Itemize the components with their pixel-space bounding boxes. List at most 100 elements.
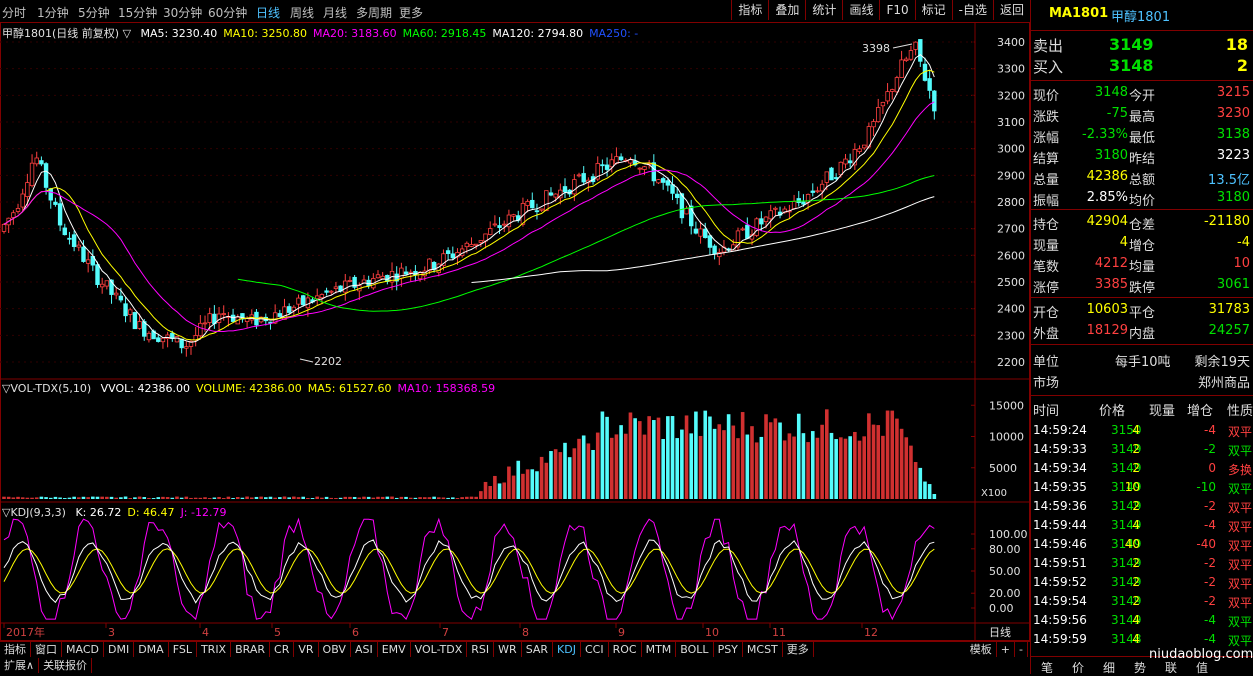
indicator-tab[interactable]: SAR: [522, 642, 554, 657]
period-tab[interactable]: 周线: [290, 4, 314, 21]
indicator-tab[interactable]: BOLL: [676, 642, 714, 657]
period-tab[interactable]: 更多: [399, 4, 423, 21]
candle-body: [160, 337, 166, 343]
volume-bar: [895, 418, 899, 499]
price-tick-label: 3400: [997, 36, 1025, 49]
volume-bar: [413, 497, 418, 499]
period-tab[interactable]: 多周期: [356, 4, 392, 21]
volume-bar: [768, 422, 773, 499]
volume-bar: [549, 451, 553, 499]
bid-label: 买入: [1033, 58, 1064, 76]
tool-button[interactable]: 指标: [731, 0, 768, 20]
indicator-tab[interactable]: MCST: [743, 642, 783, 657]
tool-button[interactable]: 统计: [805, 0, 842, 20]
template-control[interactable]: -: [1015, 642, 1028, 657]
indicator-tab[interactable]: 指标: [0, 642, 31, 657]
bottom-control[interactable]: 扩展∧: [0, 658, 40, 673]
candle-body: [399, 267, 404, 279]
quote-tab[interactable]: 笔: [1041, 659, 1053, 676]
candle-body: [707, 235, 713, 248]
indicator-tab[interactable]: OBV: [319, 642, 351, 657]
indicator-tab[interactable]: FSL: [169, 642, 197, 657]
candlestick-chart[interactable]: 3400 3300 3200 3100 3000 2900 2800 2700 2600 2500…: [0, 22, 1030, 642]
indicator-tab[interactable]: PSY: [714, 642, 743, 657]
indicator-tab[interactable]: VR: [294, 642, 319, 657]
period-tab[interactable]: 5分钟: [78, 4, 110, 21]
candle-body: [894, 77, 900, 93]
trade-volume: 4: [1132, 423, 1140, 437]
quote-value: 3385: [1094, 277, 1128, 292]
volume-bar: [81, 496, 86, 499]
tool-button[interactable]: 叠加: [768, 0, 805, 20]
candle-body: [464, 242, 470, 248]
candle-body: [198, 322, 203, 337]
template-control[interactable]: 模板: [966, 642, 997, 657]
volume-bar: [810, 431, 815, 499]
ask-row: 卖出 3149 18: [1031, 33, 1253, 55]
quote-tab[interactable]: 势: [1134, 659, 1146, 676]
template-control[interactable]: +: [997, 642, 1016, 657]
indicator-tab[interactable]: 更多: [783, 642, 814, 657]
volume-bar: [268, 496, 273, 499]
trade-row: 14:59:51 3149 2 -2 双平: [1031, 555, 1253, 574]
indicator-tab[interactable]: CR: [270, 642, 295, 657]
trade-time: 14:59:59: [1033, 632, 1087, 646]
indicator-tab[interactable]: WR: [494, 642, 522, 657]
period-tab[interactable]: 15分钟: [118, 4, 157, 21]
price-tick-label: 2600: [997, 249, 1025, 262]
unit-row: 单位 每手10吨 剩余19天: [1031, 349, 1253, 370]
volume-bar: [572, 448, 577, 499]
candle-body: [656, 179, 661, 184]
candle-body: [791, 200, 797, 210]
trade-nature: 双平: [1227, 444, 1252, 458]
candle-body: [57, 203, 63, 226]
candle-body: [128, 309, 133, 315]
candle-body: [698, 228, 703, 237]
volume-bar: [39, 496, 44, 499]
volume-bar: [595, 432, 600, 499]
period-tab[interactable]: 月线: [323, 4, 347, 21]
indicator-tab[interactable]: ASI: [351, 642, 378, 657]
indicator-tab[interactable]: CCI: [581, 642, 609, 657]
trade-table-header: 时间 价格 现量 增仓 性质: [1031, 399, 1253, 419]
quote-value: 3223: [1216, 148, 1250, 163]
period-tab[interactable]: 分时: [2, 4, 26, 21]
indicator-tab[interactable]: VOL-TDX: [411, 642, 468, 657]
indicator-tab[interactable]: TRIX: [197, 642, 232, 657]
indicator-tab[interactable]: KDJ: [553, 642, 581, 657]
indicator-tab[interactable]: DMA: [134, 642, 169, 657]
volume-bar: [338, 497, 343, 499]
trade-row: 14:59:24 3150 4 -4 双平: [1031, 422, 1253, 441]
indicator-tab[interactable]: EMV: [378, 642, 411, 657]
period-tab[interactable]: 日线: [256, 4, 280, 21]
indicator-tab[interactable]: ROC: [609, 642, 642, 657]
trade-column-header: 价格: [1099, 404, 1126, 419]
bottom-control[interactable]: 关联报价: [39, 658, 93, 673]
indicator-tab[interactable]: BRAR: [231, 642, 271, 657]
period-tab[interactable]: 30分钟: [163, 4, 202, 21]
quote-label: 现量: [1033, 239, 1060, 254]
indicator-tab[interactable]: MACD: [62, 642, 104, 657]
period-tab[interactable]: 1分钟: [37, 4, 69, 21]
time-tick-label: 7: [442, 626, 449, 639]
volume-bar: [553, 449, 558, 499]
indicator-tab[interactable]: DMI: [104, 642, 135, 657]
indicator-tab[interactable]: 窗口: [31, 642, 62, 657]
volume-bar: [731, 425, 736, 499]
tool-button[interactable]: -自选: [951, 0, 993, 20]
volume-bar: [343, 496, 348, 499]
trade-time: 14:59:44: [1033, 518, 1087, 532]
tool-button[interactable]: 标记: [914, 0, 952, 20]
tool-button[interactable]: F10: [879, 0, 914, 20]
volume-bar: [394, 497, 399, 499]
indicator-tab[interactable]: MTM: [642, 642, 677, 657]
quote-label: 均价: [1129, 194, 1156, 209]
candle-body: [530, 199, 535, 209]
period-tab[interactable]: 60分钟: [208, 4, 247, 21]
quote-tab[interactable]: 价: [1072, 659, 1084, 676]
tool-button[interactable]: 返回: [992, 0, 1030, 20]
tool-button[interactable]: 画线: [842, 0, 879, 20]
quote-tab[interactable]: 细: [1103, 659, 1115, 676]
indicator-tab[interactable]: RSI: [467, 642, 495, 657]
trade-volume: 4: [1132, 613, 1140, 627]
